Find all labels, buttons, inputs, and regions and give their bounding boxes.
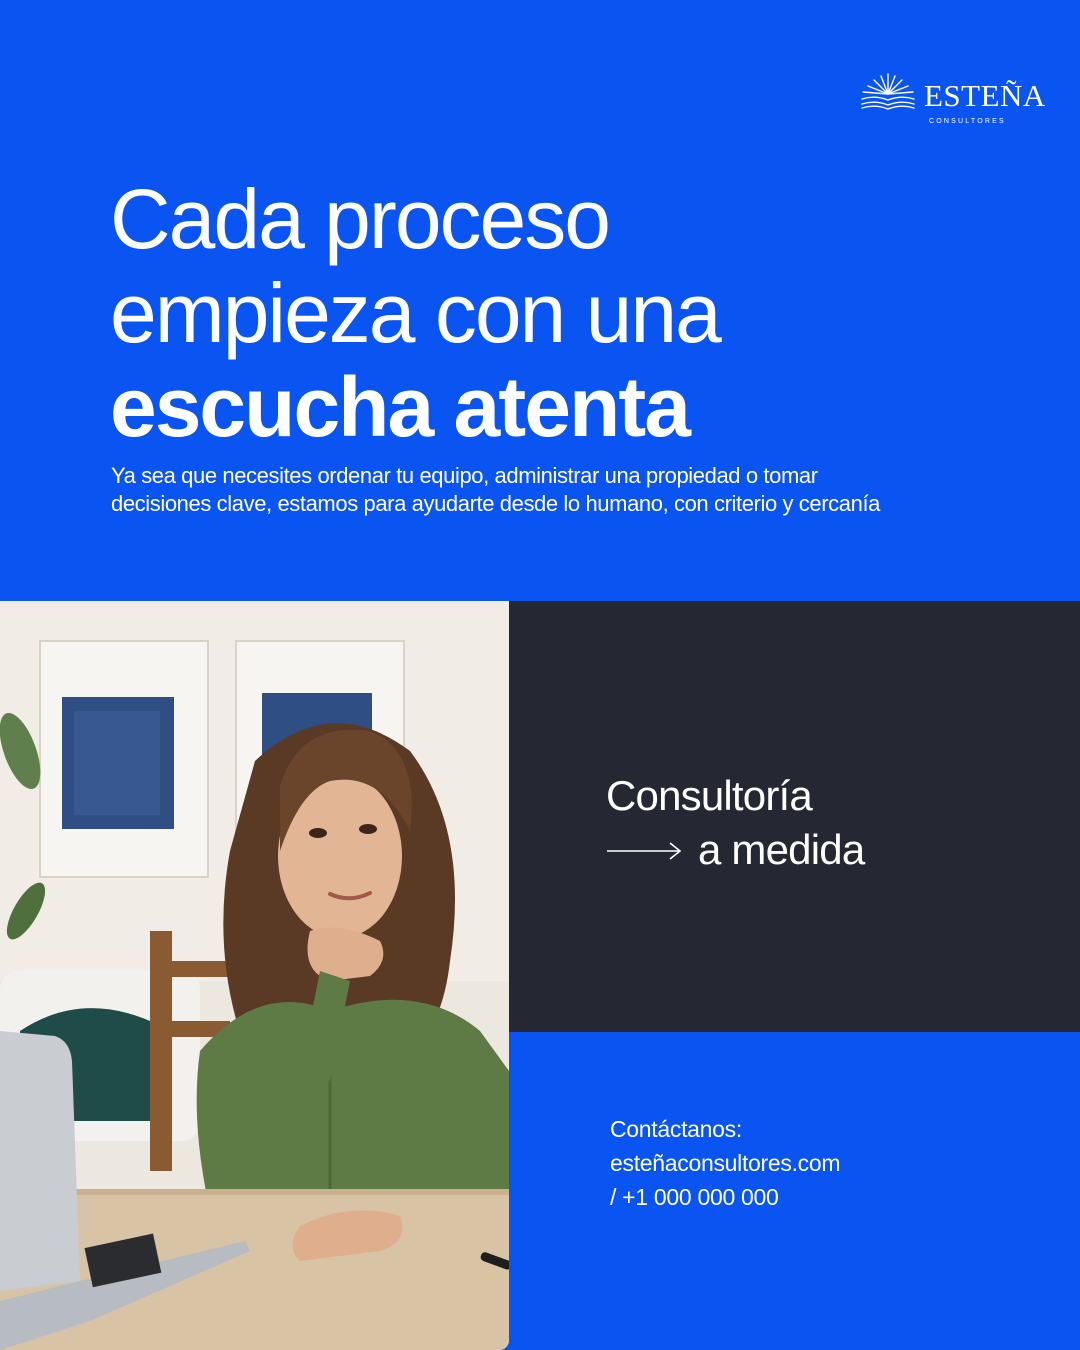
service-panel: Consultoría a medida [509, 601, 1080, 1032]
contact-phone[interactable]: / +1 000 000 000 [610, 1180, 840, 1214]
service-title-line-2: a medida [698, 826, 865, 873]
lead-paragraph: Ya sea que necesites ordenar tu equipo, … [111, 462, 1011, 518]
lead-line-1: Ya sea que necesites ordenar tu equipo, … [111, 463, 818, 488]
contact-block: Contáctanos: esteñaconsultores.com / +1 … [610, 1112, 841, 1214]
brand-tagline: CONSULTORES [929, 118, 1006, 125]
headline-line-3: escucha atenta [110, 360, 691, 454]
contact-website-link[interactable]: esteñaconsultores.com [610, 1146, 841, 1180]
brand-name: ESTEÑA [924, 78, 1046, 113]
lead-line-2: decisiones clave, estamos para ayudarte … [111, 491, 880, 516]
poster: ESTEÑA CONSULTORES Cada proceso empieza … [0, 0, 1080, 1350]
headline-line-2: empieza con una [110, 266, 722, 360]
woman-at-laptop-photo [0, 601, 509, 1350]
headline: Cada proceso empieza con una escucha ate… [110, 172, 1010, 454]
sunburst-book-icon [861, 73, 915, 110]
headline-line-1: Cada proceso [110, 172, 611, 266]
long-arrow-right-icon [607, 842, 682, 860]
brand-logo[interactable]: ESTEÑA CONSULTORES [858, 70, 1048, 130]
contact-label: Contáctanos: [610, 1116, 742, 1142]
service-title-line-1: Consultoría [606, 772, 813, 819]
